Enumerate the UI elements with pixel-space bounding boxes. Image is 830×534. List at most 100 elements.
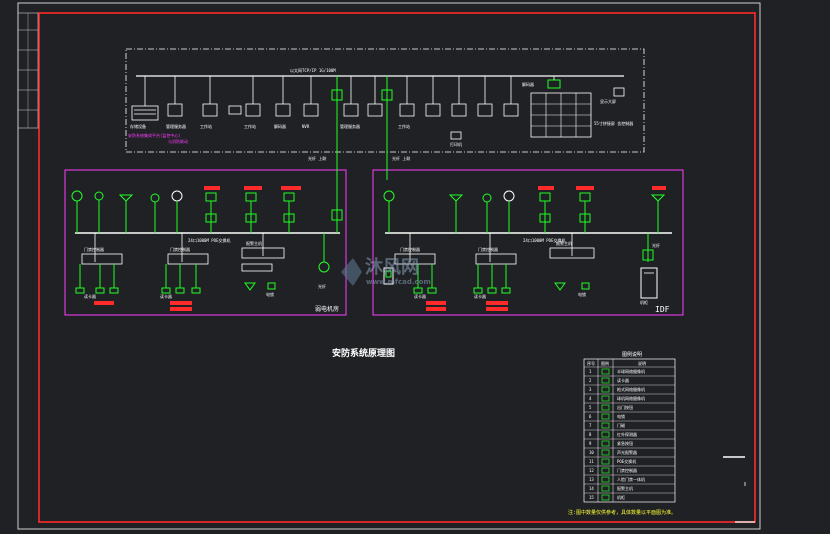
red-note-r3 [486,301,508,305]
reader-device-2 [161,287,171,294]
right-dev-2: 读卡器 [474,293,486,299]
right-dev-1: 读卡器 [414,293,426,299]
legend-row-no: 6 [589,414,592,419]
reader-device [75,287,85,294]
button-device-2 [175,287,185,294]
legend-symbol-icon [601,485,610,492]
button-device [95,287,105,294]
watermark-cn: 沐风网 [365,256,419,278]
speed-dome-icon-2 [318,261,330,273]
right-sub-2: 门禁控制器 [478,246,498,252]
videowall-note: 55寸拼接屏 含控制器 [594,120,633,126]
legend-row-desc: 报警主机 [617,485,633,491]
red-tag-3 [281,186,301,190]
legend-row-no: 3 [589,387,592,392]
lock-device-r2 [501,287,511,294]
red-note [94,301,114,305]
legend-row-no: 12 [589,468,594,473]
red-tag [204,186,220,190]
legend-row-desc: 门磁 [617,422,625,428]
printer-icon-2 [450,131,462,140]
legend-row-no: 13 [589,477,594,482]
server-icon-3 [343,103,359,117]
camera-dome-icon-r [383,190,395,202]
diagram-title: 安防系统原理图 [332,347,395,359]
legend-symbol-icon [601,494,610,501]
legend-row-no: 2 [589,378,592,383]
legend-row-no: 10 [589,450,594,455]
red-tag-r [538,186,554,190]
legend-symbol-icon [601,467,610,474]
red-tag-r2 [576,186,594,190]
workstation-label-1: 工作站 [244,123,256,129]
legend-symbol-icon [601,476,610,483]
alarm-siren-icon-r [554,282,566,291]
decoder-label: 解码器 [522,81,534,87]
lock-device-2 [191,287,201,294]
backbone-label: 以太网TCP/IP 1G/100M [290,67,336,73]
bullet-camera-icon-r2 [650,194,666,202]
left-sub-1: 门禁控制器 [84,246,104,252]
reader-device-r [413,287,423,294]
left-switch-label: 24口1000M POE交换机 [188,237,231,243]
legend-symbol-icon [601,440,610,447]
legend-row-desc: 紧急按钮 [617,440,633,446]
legend-row-desc: 人脸门禁一体机 [617,476,645,482]
legend-row-no: 11 [589,459,594,464]
cad-drawing: 以太网TCP/IP 1G/100M 存储设备 管理服务器 工作站 工作站 解码器… [17,2,761,530]
legend-symbol-icon [601,377,610,384]
legend-rows: 1 半球网络摄像机 2 读卡器 3 枪式网络摄像机 4 球机网络摄像机 5 出门按钮 6 电锁 7 门磁 8… [584,366,675,501]
ptz-camera-icon-r [482,193,492,203]
left-dev-3: 电锁 [266,291,274,297]
legend-row-desc: POE交换机 [617,458,636,464]
left-room-name: 弱电机房 [315,305,339,313]
red-note-r2 [426,307,446,311]
speed-dome-icon-r [503,190,515,202]
right-sub-1: 门禁控制器 [400,246,420,252]
room-right: 24口1000M POE交换机 门禁控制器 门禁控制器 报警主机 读卡器 读卡器… [372,160,684,316]
workstation-icon-5 [425,103,441,117]
legend-header-desc: 说明 [638,360,646,366]
printer-label: 打印机 [450,141,462,147]
legend-row-no: 5 [589,405,592,410]
workstation-label-3: NVR [302,124,310,129]
left-sub-2: 门禁控制器 [170,246,190,252]
red-note-2 [170,301,192,305]
legend-symbol-icon [601,386,610,393]
legend-symbol-icon [601,431,610,438]
legend-row-desc: 读卡器 [617,377,629,383]
legend-row-desc: 半球网络摄像机 [617,368,645,374]
server-label-2: 工作站 [200,123,212,129]
legend-symbol-icon [601,413,610,420]
legend-title: 图例说明 [622,351,642,358]
legend-row-desc: 声光报警器 [617,449,637,455]
room-left: 24口1000M POE交换机 门禁控制器 门禁控制器 报警主机 读卡器 读卡器… [64,160,347,316]
access-controller-panel-r2 [475,253,517,265]
server-icon-1 [167,103,183,117]
card-reader-icon [205,192,217,202]
workstation-icon-3 [303,103,319,117]
alarm-siren-icon [244,282,256,291]
storage-device-icon [131,105,159,121]
legend-row-desc: 门禁控制器 [617,467,637,473]
card-reader-icon-r2 [579,192,591,202]
camera-dome-icon [71,190,83,202]
legend-row-no: 1 [589,369,592,374]
integration-note: 安防系统集成平台(监控中心) [128,132,181,138]
access-controller-panel [81,253,123,265]
uplink-right-label: 光纤 上联 [392,155,410,161]
right-dev-3: 电锁 [578,291,586,297]
legend-header-sym: 图例 [601,360,609,366]
legend-row-no: 8 [589,432,592,437]
legend-header-no: 序号 [587,360,595,366]
bullet-camera-icon-r [448,194,464,202]
legend-row-desc: 红外探测器 [617,431,637,437]
card-reader-icon-2 [245,192,257,202]
legend-row-desc: 球机网络摄像机 [617,395,645,401]
workstation-icon-2 [275,103,291,117]
speed-dome-icon [171,190,183,202]
wall-label: 显示大屏 [600,98,616,104]
legend-row-desc: 枪式网络摄像机 [617,386,645,392]
button-device-r2 [487,287,497,294]
legend-symbol-icon [601,449,610,456]
